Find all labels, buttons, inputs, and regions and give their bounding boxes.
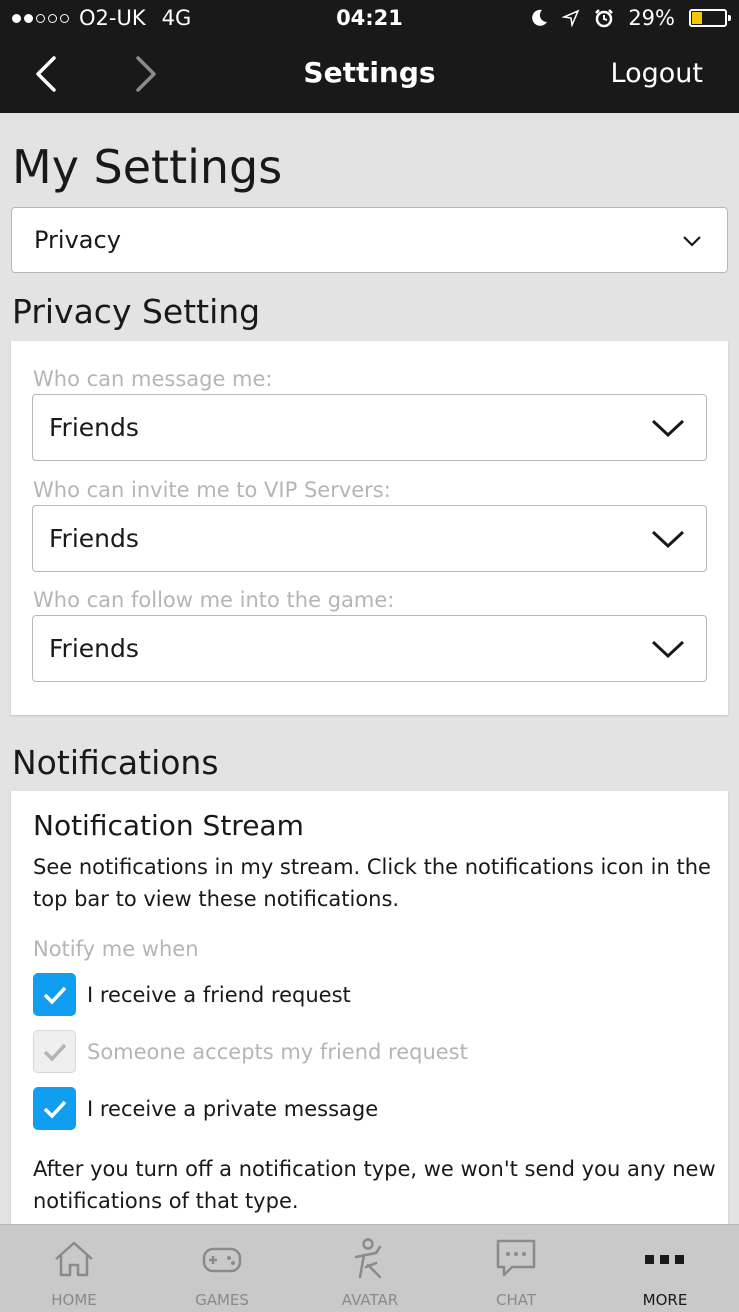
tab-home[interactable]: HOME [0, 1225, 148, 1312]
friend-accept-option: Someone accepts my friend request [33, 1030, 468, 1073]
settings-category-select[interactable]: Privacy [11, 207, 728, 273]
alarm-icon [595, 9, 614, 28]
nav-bar: Settings Logout [0, 36, 739, 113]
chevron-down-icon [651, 640, 685, 659]
private-message-checkbox[interactable] [33, 1087, 76, 1130]
tab-avatar[interactable]: AVATAR [296, 1225, 444, 1312]
checkmark-icon [43, 1043, 66, 1062]
follow-permission-select[interactable]: Friends [32, 615, 707, 682]
checkmark-icon [43, 1100, 66, 1119]
notify-me-when-label: Notify me when [33, 937, 199, 961]
friend-accept-checkbox [33, 1030, 76, 1073]
privacy-card: Who can message me: Friends Who can invi… [11, 341, 728, 715]
vip-invite-permission-select[interactable]: Friends [32, 505, 707, 572]
chat-icon [496, 1239, 536, 1277]
tab-more[interactable]: MORE [591, 1225, 739, 1312]
chevron-down-icon [651, 419, 685, 438]
notifications-heading: Notifications [12, 743, 219, 782]
location-icon [562, 9, 580, 27]
tab-games[interactable]: GAMES [148, 1225, 296, 1312]
bottom-tab-bar: HOME GAMES AVATAR CHAT MORE [0, 1224, 739, 1312]
tab-chat-label: CHAT [495, 1291, 536, 1309]
tab-more-label: MORE [642, 1291, 688, 1309]
friend-request-label: I receive a friend request [87, 982, 351, 1007]
friend-request-option[interactable]: I receive a friend request [33, 973, 351, 1016]
privacy-heading: Privacy Setting [12, 292, 261, 331]
message-permission-label: Who can message me: [33, 367, 273, 391]
page-title: My Settings [12, 140, 283, 194]
tab-avatar-label: AVATAR [341, 1291, 399, 1309]
message-permission-value: Friends [49, 413, 139, 442]
chevron-down-icon [651, 530, 685, 549]
battery-icon [689, 9, 731, 27]
home-icon [55, 1241, 93, 1277]
friend-request-checkbox[interactable] [33, 973, 76, 1016]
more-icon [645, 1255, 684, 1264]
notifications-card: Notification Stream See notifications in… [11, 791, 728, 1231]
logout-button[interactable]: Logout [611, 58, 703, 89]
follow-permission-value: Friends [49, 634, 139, 663]
private-message-option[interactable]: I receive a private message [33, 1087, 378, 1130]
follow-permission-label: Who can follow me into the game: [33, 588, 395, 612]
vip-invite-permission-value: Friends [49, 524, 139, 553]
tab-games-label: GAMES [195, 1291, 249, 1309]
notification-footer-text: After you turn off a notification type, … [33, 1157, 716, 1213]
moon-icon [532, 9, 548, 26]
gamepad-icon [202, 1247, 242, 1273]
chevron-down-icon [683, 236, 701, 247]
message-permission-select[interactable]: Friends [32, 394, 707, 461]
avatar-icon [354, 1238, 382, 1279]
status-icons: 29% [530, 6, 731, 30]
notification-stream-title: Notification Stream [33, 809, 304, 842]
status-bar: O2-UK 4G 04:21 29% [0, 0, 739, 36]
battery-percent: 29% [628, 6, 675, 30]
vip-invite-permission-label: Who can invite me to VIP Servers: [33, 478, 391, 502]
settings-category-value: Privacy [34, 226, 121, 254]
notification-stream-description: See notifications in my stream. Click th… [33, 855, 711, 911]
friend-accept-label: Someone accepts my friend request [87, 1039, 468, 1064]
tab-chat[interactable]: CHAT [442, 1225, 590, 1312]
tab-home-label: HOME [51, 1291, 97, 1309]
private-message-label: I receive a private message [87, 1096, 379, 1121]
checkmark-icon [43, 986, 66, 1005]
